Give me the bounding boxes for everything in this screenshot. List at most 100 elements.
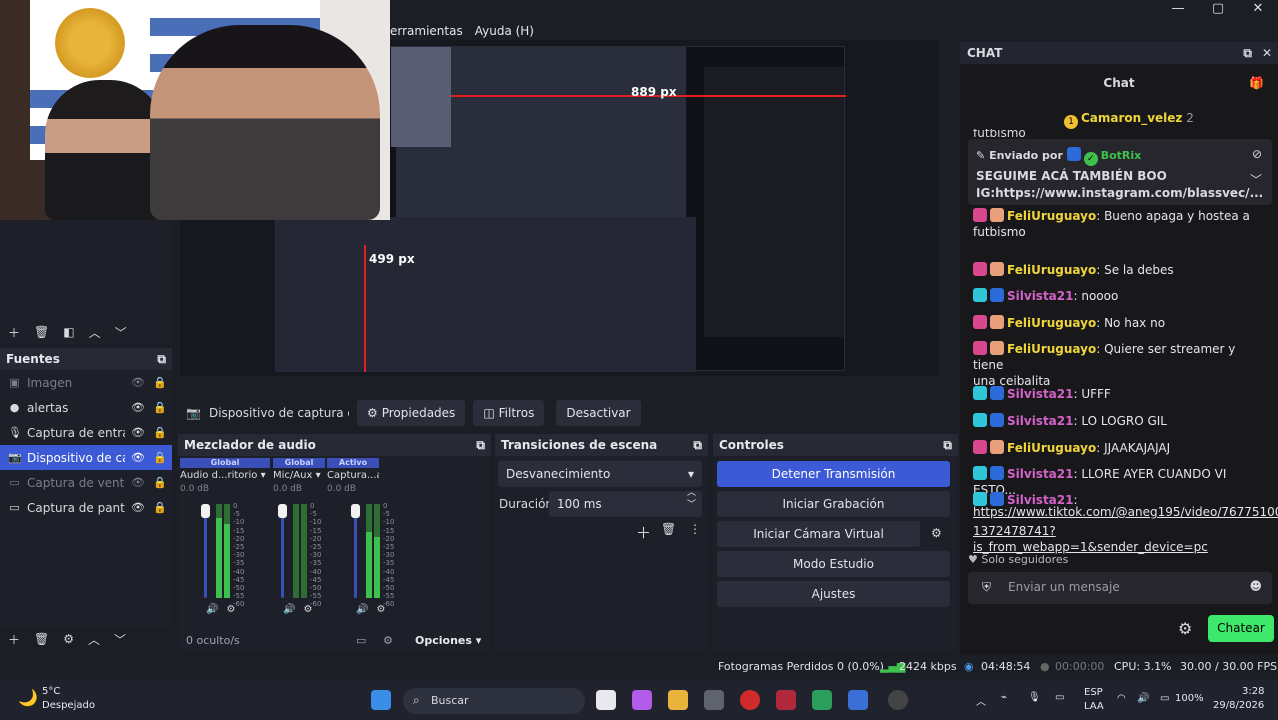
filter-icon[interactable]: ◧ (63, 325, 74, 339)
minimize-button[interactable]: — (1158, 0, 1198, 18)
chat-username[interactable]: Silvista21 (1007, 467, 1073, 481)
lock-icon[interactable]: 🔒 (153, 426, 167, 439)
lock-icon[interactable]: 🔒 (153, 401, 167, 414)
settings-button[interactable]: Ajustes (717, 581, 950, 607)
gift-icon[interactable]: 🎁 (1249, 76, 1264, 90)
chat-input[interactable]: ⛨ Enviar un mensaje ☻ (968, 572, 1272, 604)
volume-icon[interactable]: 🔊 (1137, 693, 1149, 704)
channel-name[interactable]: Mic/Aux ▾ (273, 468, 325, 484)
chat-username[interactable]: FeliUruguayo (1007, 209, 1096, 223)
chat-username[interactable]: Silvista21 (1007, 289, 1073, 303)
windows-start-icon[interactable] (371, 690, 391, 710)
trash-icon[interactable]: 🗑 (34, 325, 49, 339)
stop-stream-button[interactable]: Detener Transmisión (717, 461, 950, 487)
add-icon[interactable]: ＋ (636, 522, 651, 543)
channel-name[interactable]: Captura...a audio ▾ (327, 468, 379, 484)
calculator-icon[interactable] (704, 690, 724, 710)
undock-icon[interactable]: ⧉ (693, 434, 702, 456)
gear-icon[interactable]: ⚙ (383, 634, 393, 647)
gear-icon[interactable]: ⚙ (226, 604, 235, 615)
folder-icon[interactable] (668, 690, 688, 710)
source-item[interactable]: ● alertas 👁 🔒 (0, 395, 172, 420)
start-recording-button[interactable]: Iniciar Grabación (717, 491, 950, 517)
lock-icon[interactable]: 🔒 (153, 476, 167, 489)
source-item[interactable]: ▭ Captura de pantalla 👁 🔒 (0, 495, 172, 520)
speaker-icon[interactable]: 🔊 (206, 604, 218, 615)
clock-date[interactable]: 29/8/2026 (1213, 700, 1264, 711)
channel-name[interactable]: Audio d...ritorio ▾ (180, 468, 270, 484)
obs-icon[interactable] (888, 690, 908, 710)
trash-icon[interactable]: 🗑 (34, 632, 49, 646)
gear-icon[interactable]: ⚙ (931, 526, 942, 540)
volume-fader-knob[interactable] (278, 504, 287, 518)
virtual-camera-button[interactable]: Iniciar Cámara Virtual (717, 521, 920, 547)
stepper-icon[interactable]: ︿ ﹀ (687, 487, 696, 511)
lock-icon[interactable]: 🔒 (153, 376, 167, 389)
source-item[interactable]: 📷 Dispositivo de captu 👁 🔒 (0, 445, 172, 470)
chat-link-line1[interactable]: https://www.tiktok.com/@aneg195/video/76… (973, 504, 1278, 520)
chat-username[interactable]: FeliUruguayo (1007, 441, 1096, 455)
gear-icon[interactable]: ⚙ (303, 604, 312, 615)
weather[interactable]: Despejado (42, 700, 95, 711)
speaker-icon[interactable]: 🔊 (356, 604, 368, 615)
app-icon[interactable] (812, 690, 832, 710)
lock-icon[interactable]: 🔒 (153, 451, 167, 464)
studio-mode-button[interactable]: Modo Estudio (717, 551, 950, 577)
clock-time[interactable]: 3:28 (1242, 686, 1264, 697)
task-view-icon[interactable] (596, 690, 616, 710)
chevron-down-icon[interactable]: ﹀ (114, 631, 126, 648)
volume-fader-knob[interactable] (351, 504, 360, 518)
display-icon[interactable]: ▭ (1055, 692, 1064, 703)
add-icon[interactable]: ＋ (8, 631, 20, 648)
duration-input[interactable]: 100 ms ︿ ﹀ (549, 488, 702, 517)
eye-icon[interactable]: 👁 (131, 501, 145, 514)
chat-link-line2[interactable]: 1372478741?is_from_webapp=1&sender_devic… (973, 523, 1263, 555)
filters-button[interactable]: ◫ Filtros (473, 400, 545, 426)
temperature[interactable]: 5°C (42, 686, 60, 697)
app-icon[interactable] (848, 690, 868, 710)
lock-icon[interactable]: 🔒 (153, 501, 167, 514)
source-item[interactable]: ▭ Captura de ventana 👁 🔒 (0, 470, 172, 495)
chat-username[interactable]: Silvista21 (1007, 414, 1073, 428)
copilot-icon[interactable] (632, 690, 652, 710)
send-chat-button[interactable]: Chatear (1208, 615, 1274, 642)
emoji-icon[interactable]: ☻ (1249, 579, 1262, 593)
volume-fader-track[interactable] (354, 504, 357, 598)
properties-button[interactable]: ⚙ Propiedades (356, 400, 466, 426)
chat-username[interactable]: FeliUruguayo (1007, 263, 1096, 277)
more-icon[interactable]: ⋮ (689, 522, 701, 536)
wifi-icon[interactable]: ◠ (1117, 693, 1126, 704)
network-icon[interactable]: ⌁ (1001, 692, 1007, 703)
hide-icon[interactable]: ⊘ (1252, 147, 1262, 161)
undock-icon[interactable]: ⧉ (157, 348, 166, 370)
chevron-down-icon[interactable]: ﹀ (1250, 171, 1262, 188)
language-bottom[interactable]: LAA (1084, 701, 1104, 712)
transition-select[interactable]: Desvanecimiento ▾ (498, 461, 702, 487)
add-icon[interactable]: ＋ (8, 324, 20, 341)
close-icon[interactable]: ✕ (1262, 42, 1272, 64)
maximize-button[interactable]: ▢ (1198, 0, 1238, 18)
chevron-up-icon[interactable]: ︿ (976, 693, 986, 708)
volume-fader-track[interactable] (204, 504, 207, 598)
undock-icon[interactable]: ⧉ (943, 434, 952, 456)
volume-fader-track[interactable] (281, 504, 284, 598)
layout-icon[interactable]: ▭ (356, 634, 366, 647)
source-item[interactable]: 🎙 Captura de entrada 👁 🔒 (0, 420, 172, 445)
mic-icon[interactable]: 🎙 (1028, 692, 1041, 703)
battery-icon[interactable]: ▭ (1160, 693, 1169, 704)
deactivate-button[interactable]: Desactivar (556, 400, 641, 426)
volume-fader-knob[interactable] (201, 504, 210, 518)
chat-username[interactable]: FeliUruguayo (1007, 342, 1096, 356)
chat-username[interactable]: FeliUruguayo (1007, 316, 1096, 330)
chevron-up-icon[interactable]: ︿ (88, 631, 100, 648)
undock-icon[interactable]: ⧉ (1243, 42, 1252, 64)
eye-icon[interactable]: 👁 (131, 401, 145, 414)
opera-icon[interactable] (740, 690, 760, 710)
menu-tools[interactable]: erramientas (390, 24, 463, 38)
trash-icon[interactable]: 🗑 (661, 522, 676, 536)
language-top[interactable]: ESP (1084, 687, 1103, 698)
menu-help[interactable]: Ayuda (H) (475, 24, 534, 38)
undock-icon[interactable]: ⧉ (476, 434, 485, 456)
gear-icon[interactable]: ⚙ (1178, 619, 1192, 638)
mute-icon[interactable]: 🔊 (283, 604, 295, 615)
